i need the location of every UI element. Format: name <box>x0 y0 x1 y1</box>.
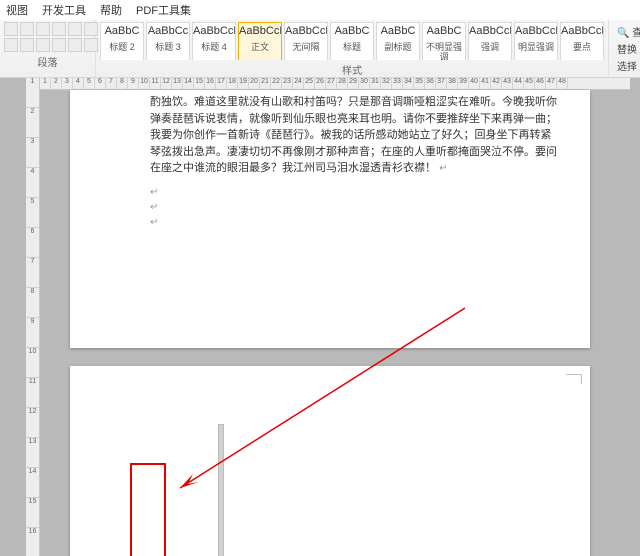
annotation-highlight-box <box>130 463 166 556</box>
vertical-ruler[interactable]: 12345678910111213141516 <box>26 78 40 556</box>
para-icon[interactable] <box>52 38 66 52</box>
style-name: 标题 <box>331 43 373 53</box>
style-preview: AaBbCcD <box>239 25 281 43</box>
style-preview: AaBbCcD <box>285 25 327 43</box>
style-name: 标题 4 <box>193 43 235 53</box>
styles-gallery: AaBbC标题 2AaBbCc标题 3AaBbCcD标题 4AaBbCcD正文A… <box>100 22 604 60</box>
style-swatch[interactable]: AaBbCcD无间隔 <box>284 22 328 60</box>
style-name: 要点 <box>561 43 603 53</box>
paragraph-mark-icon: ↵ <box>150 185 560 200</box>
style-preview: AaBbCcD <box>561 25 603 43</box>
style-swatch[interactable]: AaBbCc标题 3 <box>146 22 190 60</box>
style-name: 明显强调 <box>515 43 557 53</box>
para-icon[interactable] <box>20 38 34 52</box>
style-preview: AaBbC <box>377 25 419 43</box>
style-preview: AaBbCc <box>147 25 189 43</box>
table-column-marker[interactable] <box>218 424 224 556</box>
style-name: 副标题 <box>377 43 419 53</box>
select-button[interactable]: 选择 <box>617 58 640 73</box>
tab-pdf[interactable]: PDF工具集 <box>136 2 191 18</box>
style-name: 正文 <box>239 43 281 53</box>
style-swatch[interactable]: AaBbC副标题 <box>376 22 420 60</box>
document-canvas: 12345678910111213141516 1234567891011121… <box>0 78 640 556</box>
paragraph-group: 段落 <box>0 20 96 77</box>
page-1[interactable]: 酌独饮。难道这里就没有山歌和村笛吗？只是那音调嘶哑粗涩实在难听。今晚我听你弹奏琵… <box>70 90 590 348</box>
para-icon[interactable] <box>4 38 18 52</box>
replace-button[interactable]: 替换 <box>617 41 640 56</box>
style-preview: AaBbC <box>423 25 465 43</box>
paragraph-mark-icon: ↵ <box>150 215 560 230</box>
para-icon[interactable] <box>36 38 50 52</box>
para-icon[interactable] <box>68 38 82 52</box>
horizontal-ruler[interactable]: 1234567891011121314151617181920212223242… <box>40 78 630 90</box>
para-icon[interactable] <box>68 22 82 36</box>
para-icon[interactable] <box>36 22 50 36</box>
style-name: 不明显强调 <box>423 43 465 60</box>
paragraph-mark-icon: ↵ <box>439 163 447 174</box>
style-preview: AaBbCcD <box>469 25 511 43</box>
para-icon[interactable] <box>52 22 66 36</box>
style-name: 标题 3 <box>147 43 189 53</box>
styles-label: 样式 <box>100 60 604 77</box>
style-swatch[interactable]: AaBbCcD标题 4 <box>192 22 236 60</box>
margin-corner-icon <box>566 374 582 384</box>
style-preview: AaBbC <box>101 25 143 43</box>
style-name: 无间隔 <box>285 43 327 53</box>
paragraph-mark-icon: ↵ <box>150 200 560 215</box>
style-swatch[interactable]: AaBbCcD正文 <box>238 22 282 60</box>
style-swatch[interactable]: AaBbCcD明显强调 <box>514 22 558 60</box>
ribbon: 段落 AaBbC标题 2AaBbCc标题 3AaBbCcD标题 4AaBbCcD… <box>0 20 640 78</box>
tab-help[interactable]: 帮助 <box>100 2 122 18</box>
style-name: 标题 2 <box>101 43 143 53</box>
edit-group: 🔍 查找 替换 选择 编辑 <box>609 20 640 77</box>
tab-view[interactable]: 视图 <box>6 2 28 18</box>
body-text: 酌独饮。难道这里就没有山歌和村笛吗？只是那音调嘶哑粗涩实在难听。今晚我听你弹奏琵… <box>150 94 560 177</box>
paragraph-label: 段落 <box>4 52 91 69</box>
style-swatch[interactable]: AaBbC标题 2 <box>100 22 144 60</box>
para-icon[interactable] <box>4 22 18 36</box>
tab-dev[interactable]: 开发工具 <box>42 2 86 18</box>
style-swatch[interactable]: AaBbCcD要点 <box>560 22 604 60</box>
para-icon[interactable] <box>20 22 34 36</box>
style-swatch[interactable]: AaBbC不明显强调 <box>422 22 466 60</box>
style-name: 强调 <box>469 43 511 53</box>
style-swatch[interactable]: AaBbCcD强调 <box>468 22 512 60</box>
styles-group: AaBbC标题 2AaBbCc标题 3AaBbCcD标题 4AaBbCcD正文A… <box>96 20 609 77</box>
ribbon-tabs: 视图 开发工具 帮助 PDF工具集 <box>0 0 640 20</box>
style-preview: AaBbCcD <box>193 25 235 43</box>
style-preview: AaBbC <box>331 25 373 43</box>
find-button[interactable]: 🔍 查找 <box>617 24 640 39</box>
style-swatch[interactable]: AaBbC标题 <box>330 22 374 60</box>
style-preview: AaBbCcD <box>515 25 557 43</box>
